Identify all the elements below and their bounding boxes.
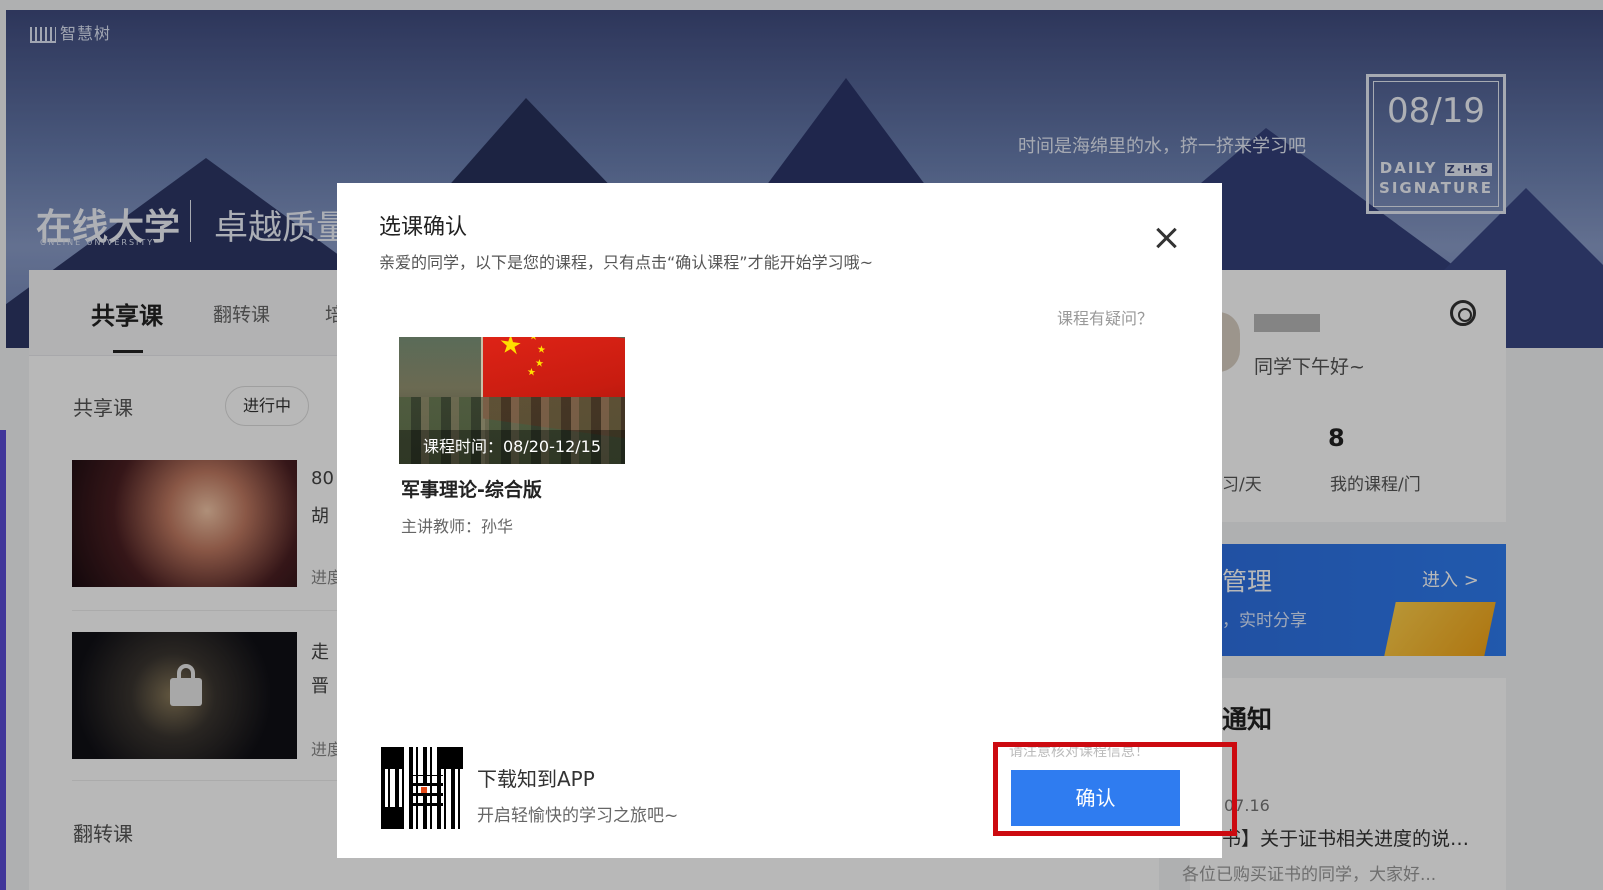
star-icon: ★	[527, 366, 536, 379]
app-download-subtitle: 开启轻愉快的学习之旅吧~	[477, 806, 679, 826]
course-question-link[interactable]: 课程有疑问？	[1057, 305, 1153, 329]
course-teacher: 主讲教师：孙华	[401, 517, 514, 536]
highlight-annotation	[993, 742, 1237, 836]
star-icon: ★	[537, 344, 546, 357]
dialog-subtitle: 亲爱的同学，以下是您的课程，只有点击“确认课程”才能开始学习哦~	[379, 253, 873, 272]
course-name: 军事理论-综合版	[401, 479, 542, 501]
app-download-title: 下载知到APP	[477, 767, 595, 791]
close-icon[interactable]	[1155, 227, 1177, 249]
star-icon: ★	[499, 337, 523, 362]
app-qr-code	[381, 747, 463, 829]
qr-logo-icon	[419, 785, 429, 795]
star-icon: ★	[529, 337, 538, 344]
star-icon: ★	[535, 357, 544, 371]
course-cover-image[interactable]: ★ ★ ★ ★ ★ 课程时间：08/20-12/15	[399, 337, 625, 464]
dialog-title: 选课确认	[379, 215, 468, 240]
course-time: 课程时间：08/20-12/15	[399, 430, 625, 464]
